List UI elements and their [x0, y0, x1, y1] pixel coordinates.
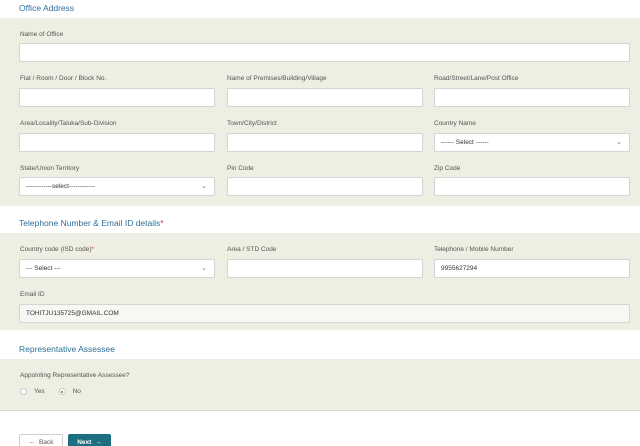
zip-code-input[interactable] — [434, 177, 630, 196]
town-label: Town/City/District — [227, 120, 277, 127]
required-marker: * — [91, 246, 95, 253]
premises-input[interactable] — [227, 88, 423, 107]
country-select[interactable]: ------ Select ------ ⌄ — [434, 133, 630, 152]
radio-yes-label[interactable]: Yes — [34, 388, 45, 395]
contact-section-title: Telephone Number & Email ID details* — [19, 218, 164, 228]
arrow-left-icon: ← — [28, 438, 36, 446]
back-button-label: Back — [39, 438, 54, 446]
next-button-label: Next — [77, 438, 92, 446]
country-code-label: Country code (ISD code)* — [20, 246, 94, 253]
arrow-right-icon: → — [95, 438, 102, 446]
chevron-down-icon: ⌄ — [616, 139, 622, 146]
road-label: Road/Street/Lane/Post Office — [434, 75, 519, 82]
radio-no[interactable] — [58, 388, 66, 395]
country-code-select-value: --- Select --- — [26, 265, 61, 272]
flat-input[interactable] — [19, 88, 215, 107]
required-marker: * — [160, 218, 164, 228]
email-label: Email ID — [20, 291, 45, 298]
contact-section-title-text: Telephone Number & Email ID details — [19, 218, 161, 228]
state-select[interactable]: ------------select------------ ⌄ — [19, 177, 215, 196]
locality-input[interactable] — [19, 133, 215, 152]
std-code-label: Area / STD Code — [227, 246, 277, 253]
flat-label: Flat / Room / Door / Block No. — [20, 75, 107, 82]
name-of-office-label: Name of Office — [20, 31, 64, 38]
radio-no-label[interactable]: No — [73, 388, 81, 395]
name-of-office-input[interactable] — [19, 43, 630, 62]
town-input[interactable] — [227, 133, 423, 152]
mobile-input[interactable]: 9955627294 — [434, 259, 630, 278]
std-code-input[interactable] — [227, 259, 423, 278]
state-label: State/Union Territory — [20, 165, 80, 172]
pin-code-input[interactable] — [227, 177, 423, 196]
country-code-label-text: Country code (ISD code) — [20, 246, 92, 253]
representative-question: Appointing Representative Assessee? — [20, 372, 130, 379]
mobile-label: Telephone / Mobile Number — [434, 246, 514, 253]
chevron-down-icon: ⌄ — [201, 183, 207, 190]
divider — [0, 410, 640, 411]
country-label: Country Name — [434, 120, 476, 127]
representative-panel — [0, 359, 640, 411]
premises-label: Name of Premises/Building/Village — [227, 75, 327, 82]
country-code-select[interactable]: --- Select --- ⌄ — [19, 259, 215, 278]
pin-code-label: Pin Code — [227, 165, 254, 172]
chevron-down-icon: ⌄ — [201, 265, 207, 272]
radio-yes[interactable] — [20, 388, 27, 395]
zip-code-label: Zip Code — [434, 165, 461, 172]
office-address-title: Office Address — [19, 3, 75, 13]
representative-section-title: Representative Assessee — [19, 344, 115, 354]
email-input[interactable]: TOHITJU135725@GMAIL.COM — [19, 304, 630, 323]
locality-label: Area/Locality/Taluka/Sub-Division — [20, 120, 117, 127]
country-select-value: ------ Select ------ — [441, 139, 489, 146]
next-button[interactable]: Next → — [68, 434, 111, 446]
back-button[interactable]: ← Back — [19, 434, 63, 446]
road-input[interactable] — [434, 88, 630, 107]
state-select-value: ------------select------------ — [26, 183, 95, 190]
representative-radio-group: Yes No — [20, 387, 95, 396]
